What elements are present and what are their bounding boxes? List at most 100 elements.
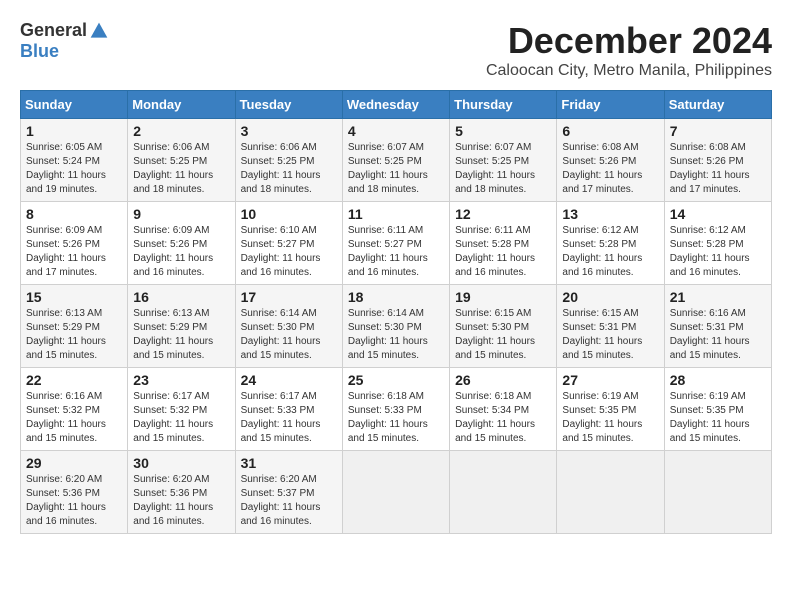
col-monday: Monday (128, 91, 235, 119)
calendar-week-row: 15 Sunrise: 6:13 AM Sunset: 5:29 PM Dayli… (21, 285, 772, 368)
day-number: 12 (455, 206, 551, 222)
table-row: 19Sunrise: 6:15 AM Sunset: 5:30 PM Dayli… (450, 285, 557, 368)
day-info: Sunrise: 6:06 AM Sunset: 5:25 PM Dayligh… (241, 141, 337, 197)
col-sunday: Sunday (21, 91, 128, 119)
logo-general-text: General (20, 20, 87, 41)
day-info: Sunrise: 6:12 AM Sunset: 5:28 PM Dayligh… (562, 224, 658, 280)
table-row (450, 451, 557, 534)
day-info: Sunrise: 6:19 AM Sunset: 5:35 PM Dayligh… (562, 390, 658, 446)
day-number: 16 (133, 289, 229, 305)
table-row: 6 Sunrise: 6:08 AM Sunset: 5:26 PM Daylig… (557, 119, 664, 202)
month-title: December 2024 (486, 20, 772, 62)
table-row: 16 Sunrise: 6:13 AM Sunset: 5:29 PM Dayli… (128, 285, 235, 368)
col-wednesday: Wednesday (342, 91, 449, 119)
day-number: 14 (670, 206, 766, 222)
day-info: Sunrise: 6:11 AM Sunset: 5:28 PM Dayligh… (455, 224, 551, 280)
day-number: 23 (133, 372, 229, 388)
table-row: 29 Sunrise: 6:20 AM Sunset: 5:36 PM Dayli… (21, 451, 128, 534)
table-row: 3 Sunrise: 6:06 AM Sunset: 5:25 PM Daylig… (235, 119, 342, 202)
day-number: 4 (348, 123, 444, 139)
calendar-header-row: Sunday Monday Tuesday Wednesday Thursday… (21, 91, 772, 119)
calendar-week-row: 1 Sunrise: 6:05 AM Sunset: 5:24 PM Daylig… (21, 119, 772, 202)
day-number: 28 (670, 372, 766, 388)
day-info: Sunrise: 6:07 AM Sunset: 5:25 PM Dayligh… (348, 141, 444, 197)
day-number: 26 (455, 372, 551, 388)
table-row: 25 Sunrise: 6:18 AM Sunset: 5:33 PM Dayli… (342, 368, 449, 451)
day-info: Sunrise: 6:06 AM Sunset: 5:25 PM Dayligh… (133, 141, 229, 197)
col-thursday: Thursday (450, 91, 557, 119)
table-row: 24Sunrise: 6:17 AM Sunset: 5:33 PM Dayli… (235, 368, 342, 451)
day-info: Sunrise: 6:15 AM Sunset: 5:31 PM Dayligh… (562, 307, 658, 363)
day-number: 24 (241, 372, 337, 388)
table-row: 26 Sunrise: 6:18 AM Sunset: 5:34 PM Dayli… (450, 368, 557, 451)
page-header: General Blue December 2024 Caloocan City… (20, 20, 772, 80)
day-number: 27 (562, 372, 658, 388)
location: Caloocan City, Metro Manila, Philippines (486, 62, 772, 80)
day-number: 11 (348, 206, 444, 222)
day-number: 6 (562, 123, 658, 139)
day-info: Sunrise: 6:13 AM Sunset: 5:29 PM Dayligh… (26, 307, 122, 363)
day-info: Sunrise: 6:05 AM Sunset: 5:24 PM Dayligh… (26, 141, 122, 197)
day-number: 17 (241, 289, 337, 305)
table-row: 20 Sunrise: 6:15 AM Sunset: 5:31 PM Dayli… (557, 285, 664, 368)
table-row (557, 451, 664, 534)
calendar-week-row: 29 Sunrise: 6:20 AM Sunset: 5:36 PM Dayli… (21, 451, 772, 534)
col-saturday: Saturday (664, 91, 771, 119)
day-number: 13 (562, 206, 658, 222)
table-row: 31 Sunrise: 6:20 AM Sunset: 5:37 PM Dayli… (235, 451, 342, 534)
day-number: 3 (241, 123, 337, 139)
day-info: Sunrise: 6:20 AM Sunset: 5:36 PM Dayligh… (133, 473, 229, 529)
title-section: December 2024 Caloocan City, Metro Manil… (486, 20, 772, 80)
table-row: 15 Sunrise: 6:13 AM Sunset: 5:29 PM Dayli… (21, 285, 128, 368)
table-row: 17 Sunrise: 6:14 AM Sunset: 5:30 PM Dayli… (235, 285, 342, 368)
day-number: 20 (562, 289, 658, 305)
col-tuesday: Tuesday (235, 91, 342, 119)
day-number: 25 (348, 372, 444, 388)
logo: General Blue (20, 20, 109, 62)
col-friday: Friday (557, 91, 664, 119)
day-info: Sunrise: 6:14 AM Sunset: 5:30 PM Dayligh… (241, 307, 337, 363)
day-info: Sunrise: 6:17 AM Sunset: 5:32 PM Dayligh… (133, 390, 229, 446)
day-number: 9 (133, 206, 229, 222)
table-row: 14 Sunrise: 6:12 AM Sunset: 5:28 PM Dayli… (664, 202, 771, 285)
day-info: Sunrise: 6:09 AM Sunset: 5:26 PM Dayligh… (133, 224, 229, 280)
table-row: 30 Sunrise: 6:20 AM Sunset: 5:36 PM Dayli… (128, 451, 235, 534)
day-info: Sunrise: 6:13 AM Sunset: 5:29 PM Dayligh… (133, 307, 229, 363)
day-info: Sunrise: 6:18 AM Sunset: 5:34 PM Dayligh… (455, 390, 551, 446)
day-number: 29 (26, 455, 122, 471)
day-number: 22 (26, 372, 122, 388)
table-row: 5Sunrise: 6:07 AM Sunset: 5:25 PM Daylig… (450, 119, 557, 202)
day-info: Sunrise: 6:08 AM Sunset: 5:26 PM Dayligh… (670, 141, 766, 197)
table-row: 23 Sunrise: 6:17 AM Sunset: 5:32 PM Dayli… (128, 368, 235, 451)
day-info: Sunrise: 6:20 AM Sunset: 5:37 PM Dayligh… (241, 473, 337, 529)
day-number: 7 (670, 123, 766, 139)
calendar-table: Sunday Monday Tuesday Wednesday Thursday… (20, 90, 772, 534)
table-row: 7 Sunrise: 6:08 AM Sunset: 5:26 PM Daylig… (664, 119, 771, 202)
table-row: 21 Sunrise: 6:16 AM Sunset: 5:31 PM Dayli… (664, 285, 771, 368)
table-row: 13 Sunrise: 6:12 AM Sunset: 5:28 PM Dayli… (557, 202, 664, 285)
day-number: 30 (133, 455, 229, 471)
table-row: 27 Sunrise: 6:19 AM Sunset: 5:35 PM Dayli… (557, 368, 664, 451)
day-number: 19 (455, 289, 551, 305)
logo-blue-text: Blue (20, 41, 59, 62)
day-number: 8 (26, 206, 122, 222)
table-row (342, 451, 449, 534)
table-row: 1 Sunrise: 6:05 AM Sunset: 5:24 PM Daylig… (21, 119, 128, 202)
day-number: 1 (26, 123, 122, 139)
table-row: 22Sunrise: 6:16 AM Sunset: 5:32 PM Dayli… (21, 368, 128, 451)
day-info: Sunrise: 6:18 AM Sunset: 5:33 PM Dayligh… (348, 390, 444, 446)
calendar-week-row: 22Sunrise: 6:16 AM Sunset: 5:32 PM Dayli… (21, 368, 772, 451)
day-info: Sunrise: 6:16 AM Sunset: 5:31 PM Dayligh… (670, 307, 766, 363)
day-info: Sunrise: 6:19 AM Sunset: 5:35 PM Dayligh… (670, 390, 766, 446)
day-number: 31 (241, 455, 337, 471)
table-row: 11Sunrise: 6:11 AM Sunset: 5:27 PM Dayli… (342, 202, 449, 285)
day-number: 21 (670, 289, 766, 305)
day-number: 10 (241, 206, 337, 222)
day-info: Sunrise: 6:12 AM Sunset: 5:28 PM Dayligh… (670, 224, 766, 280)
day-info: Sunrise: 6:10 AM Sunset: 5:27 PM Dayligh… (241, 224, 337, 280)
day-number: 15 (26, 289, 122, 305)
table-row: 2Sunrise: 6:06 AM Sunset: 5:25 PM Daylig… (128, 119, 235, 202)
day-info: Sunrise: 6:20 AM Sunset: 5:36 PM Dayligh… (26, 473, 122, 529)
table-row: 9 Sunrise: 6:09 AM Sunset: 5:26 PM Daylig… (128, 202, 235, 285)
day-info: Sunrise: 6:08 AM Sunset: 5:26 PM Dayligh… (562, 141, 658, 197)
